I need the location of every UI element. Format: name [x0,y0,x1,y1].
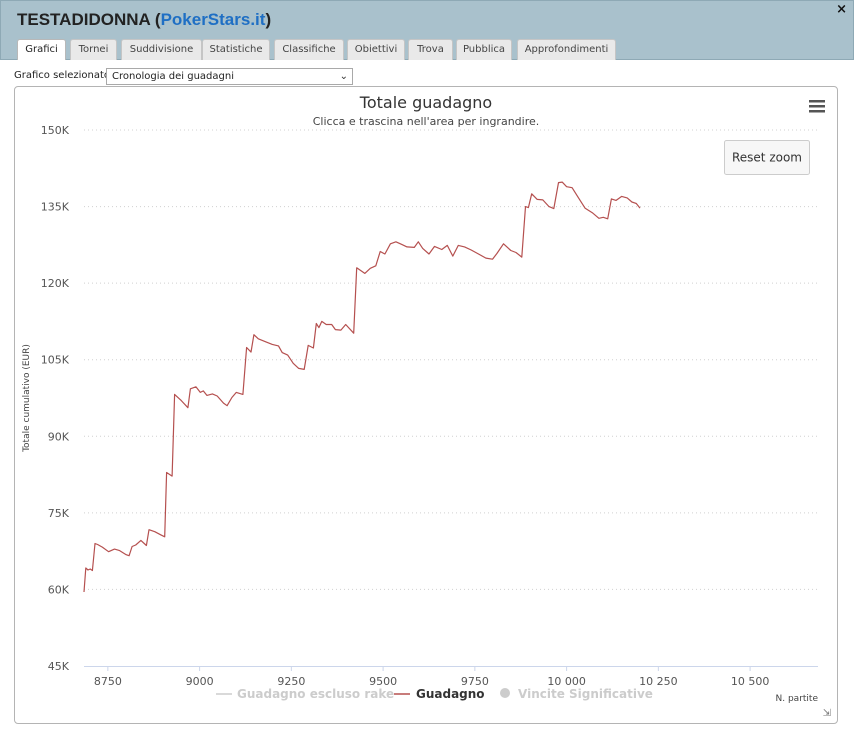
window-titlebar: TESTADIDONNA (PokerStars.it) × Grafici T… [0,0,854,62]
x-tick-label: 9000 [186,675,214,688]
x-tick-label: 10 500 [731,675,770,688]
window-title: TESTADIDONNA (PokerStars.it) [17,10,271,30]
chart-legend[interactable]: Guadagno escluso rake Guadagno Vincite Sig… [216,687,653,701]
resize-handle-icon[interactable]: ⇲ [823,708,831,719]
tab-grafici[interactable]: Grafici [17,39,66,62]
y-tick-label: 90K [48,430,70,443]
y-tick-label: 135K [41,201,70,214]
title-paren-open: ( [150,10,161,29]
legend-label: Guadagno [416,687,485,701]
x-axis: 8750 9000 9250 9500 9750 10 000 10 250 10 500 [84,666,818,688]
y-tick-label: 75K [48,507,70,520]
tab-classifiche[interactable]: Classifiche [274,39,344,61]
tab-pubblica[interactable]: Pubblica [456,39,512,61]
chart-selector-dropdown[interactable]: Cronologia dei guadagni ⌄ [106,68,353,85]
tab-suddivisione[interactable]: Suddivisione [121,39,202,61]
site-link[interactable]: PokerStars.it [161,10,266,29]
chevron-down-icon: ⌄ [339,71,348,82]
hamburger-menu-icon[interactable] [807,97,827,115]
series-line-guadagno[interactable] [83,181,641,593]
y-axis-ticks: 45K 60K 75K 90K 105K 120K 135K 150K [41,124,70,673]
close-icon[interactable]: × [836,2,847,17]
tab-obiettivi[interactable]: Obiettivi [347,39,405,61]
y-tick-label: 150K [41,124,70,137]
title-paren-close: ) [265,10,272,29]
chart-gridlines [84,129,818,590]
chart-svg[interactable]: 45K60K75K90K105K120K135K150K 8750 9000 925… [15,87,837,723]
y-tick-label: 105K [41,354,70,367]
tab-statistiche[interactable]: Statistiche [202,39,270,61]
chart-title: Totale guadagno [359,93,492,112]
legend-label: Guadagno escluso rake [237,687,394,701]
chart-selector-value: Cronologia dei guadagni [112,71,234,82]
tab-approfondimenti[interactable]: Approfondimenti [517,39,616,61]
chart-subtitle: Clicca e trascina nell'area per ingrandi… [313,115,540,128]
reset-zoom-label: Reset zoom [732,151,802,165]
y-tick-label: 120K [41,277,70,290]
reset-zoom-button[interactable]: Reset zoom [724,140,810,175]
legend-item[interactable]: Guadagno escluso rake [216,687,394,701]
legend-item[interactable]: Vincite Significative [500,687,653,701]
player-name: TESTADIDONNA [17,10,151,29]
tab-trova[interactable]: Trova [408,39,453,61]
legend-circle-icon [500,688,510,698]
x-tick-label: 8750 [94,675,122,688]
chart-selector-label: Grafico selezionato [14,70,111,81]
y-tick-label: 60K [48,583,70,596]
tab-tornei[interactable]: Tornei [70,39,117,61]
x-axis-title: N. partite [776,694,819,704]
legend-label: Vincite Significative [518,687,653,701]
y-axis-title: Totale cumulativo (EUR) [22,344,32,453]
series-layer[interactable] [83,181,641,593]
y-tick-label: 45K [48,660,70,673]
chart-container[interactable]: 45K 60K 75K 90K 105K 120K 135K 150K 8750 9000 925… [14,86,838,724]
legend-item[interactable]: Guadagno [394,687,485,701]
